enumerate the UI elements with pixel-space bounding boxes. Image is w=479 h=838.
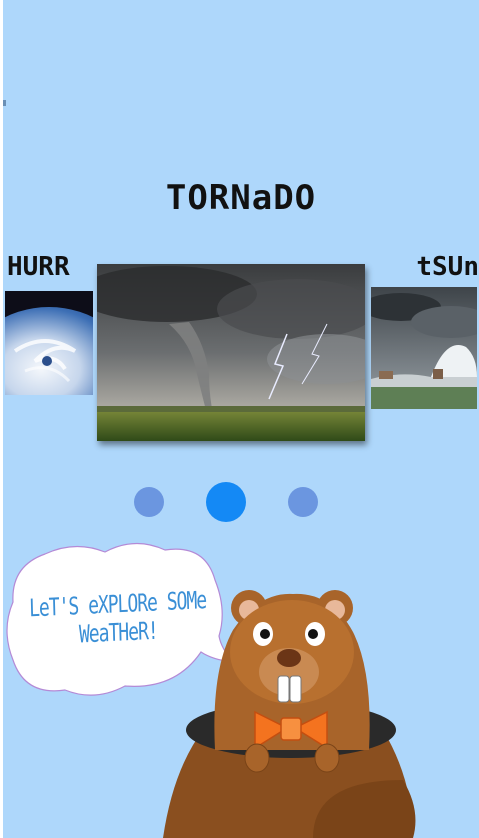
edge-marker xyxy=(3,100,6,106)
groundhog-bowtie-icon xyxy=(163,590,416,838)
pager-dot-tornado-active[interactable] xyxy=(206,482,246,522)
pager-dot-hurricane[interactable] xyxy=(134,487,164,517)
pager-dot-tsunami[interactable] xyxy=(288,487,318,517)
hurricane-card[interactable] xyxy=(5,291,93,395)
app-screen: TORNaDO HURR tSUn LeT'S eXPLORe SOMe Wea… xyxy=(3,0,479,838)
next-slide-label[interactable]: tSUn xyxy=(416,252,479,282)
tornado-card[interactable] xyxy=(97,264,365,441)
hurricane-satellite-image xyxy=(5,291,93,395)
tornado-photo-image xyxy=(97,264,365,441)
tsunami-card[interactable] xyxy=(371,287,477,409)
prev-slide-label[interactable]: HURR xyxy=(7,252,70,282)
carousel-title: TORNaDO xyxy=(165,178,317,218)
groundhog-mascot xyxy=(163,580,423,838)
tsunami-wave-image xyxy=(371,287,477,409)
carousel-pager xyxy=(3,482,479,522)
